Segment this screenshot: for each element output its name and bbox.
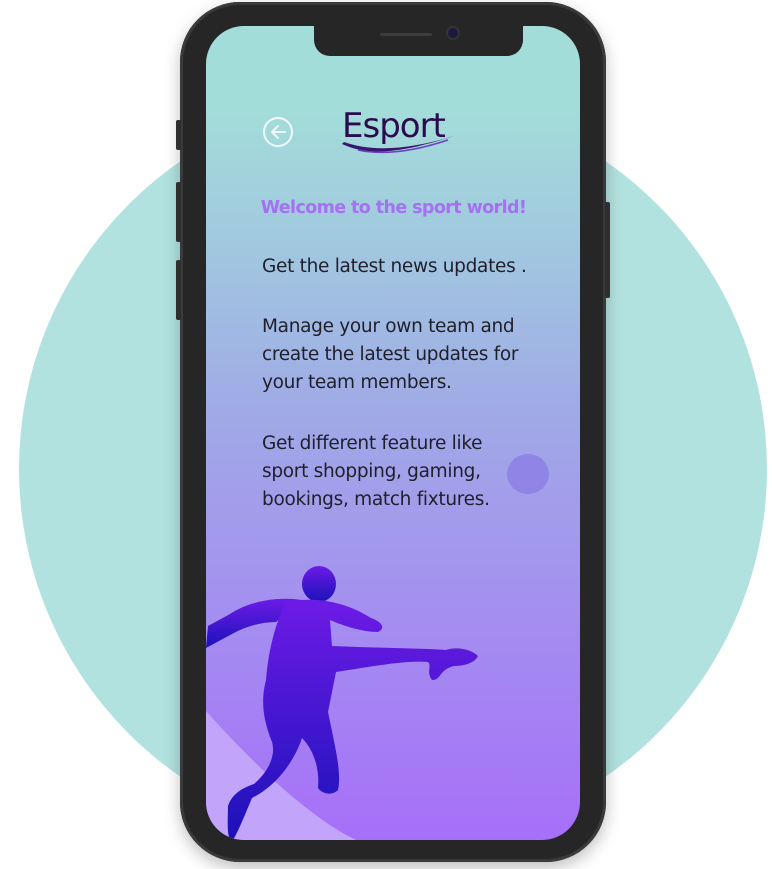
left-arrow-icon bbox=[271, 125, 286, 139]
feature-team-text: Manage your own team and create the late… bbox=[262, 316, 519, 393]
logo-swoosh bbox=[342, 136, 454, 154]
phone-silent-switch bbox=[176, 120, 181, 150]
phone-volume-down-button bbox=[176, 260, 181, 320]
feature-extras-text: Get different feature like sport shoppin… bbox=[262, 433, 490, 510]
phone-screen: Esport Welcome to the sport world! Get t… bbox=[206, 26, 580, 840]
esport-logo: Esport bbox=[338, 106, 458, 156]
front-camera bbox=[448, 28, 458, 38]
welcome-heading: Welcome to the sport world! bbox=[260, 198, 527, 218]
speaker-grill bbox=[380, 33, 432, 36]
phone-mockup: Esport Welcome to the sport world! Get t… bbox=[176, 2, 610, 862]
phone-volume-up-button bbox=[176, 182, 181, 242]
football-player-silhouette bbox=[206, 566, 478, 840]
stage: Esport Welcome to the sport world! Get t… bbox=[0, 0, 772, 869]
decorative-orb bbox=[507, 454, 549, 494]
phone-notch bbox=[314, 26, 523, 56]
phone-power-button bbox=[605, 202, 610, 298]
back-button[interactable] bbox=[263, 117, 293, 147]
feature-news-text: Get the latest news updates . bbox=[262, 256, 527, 277]
